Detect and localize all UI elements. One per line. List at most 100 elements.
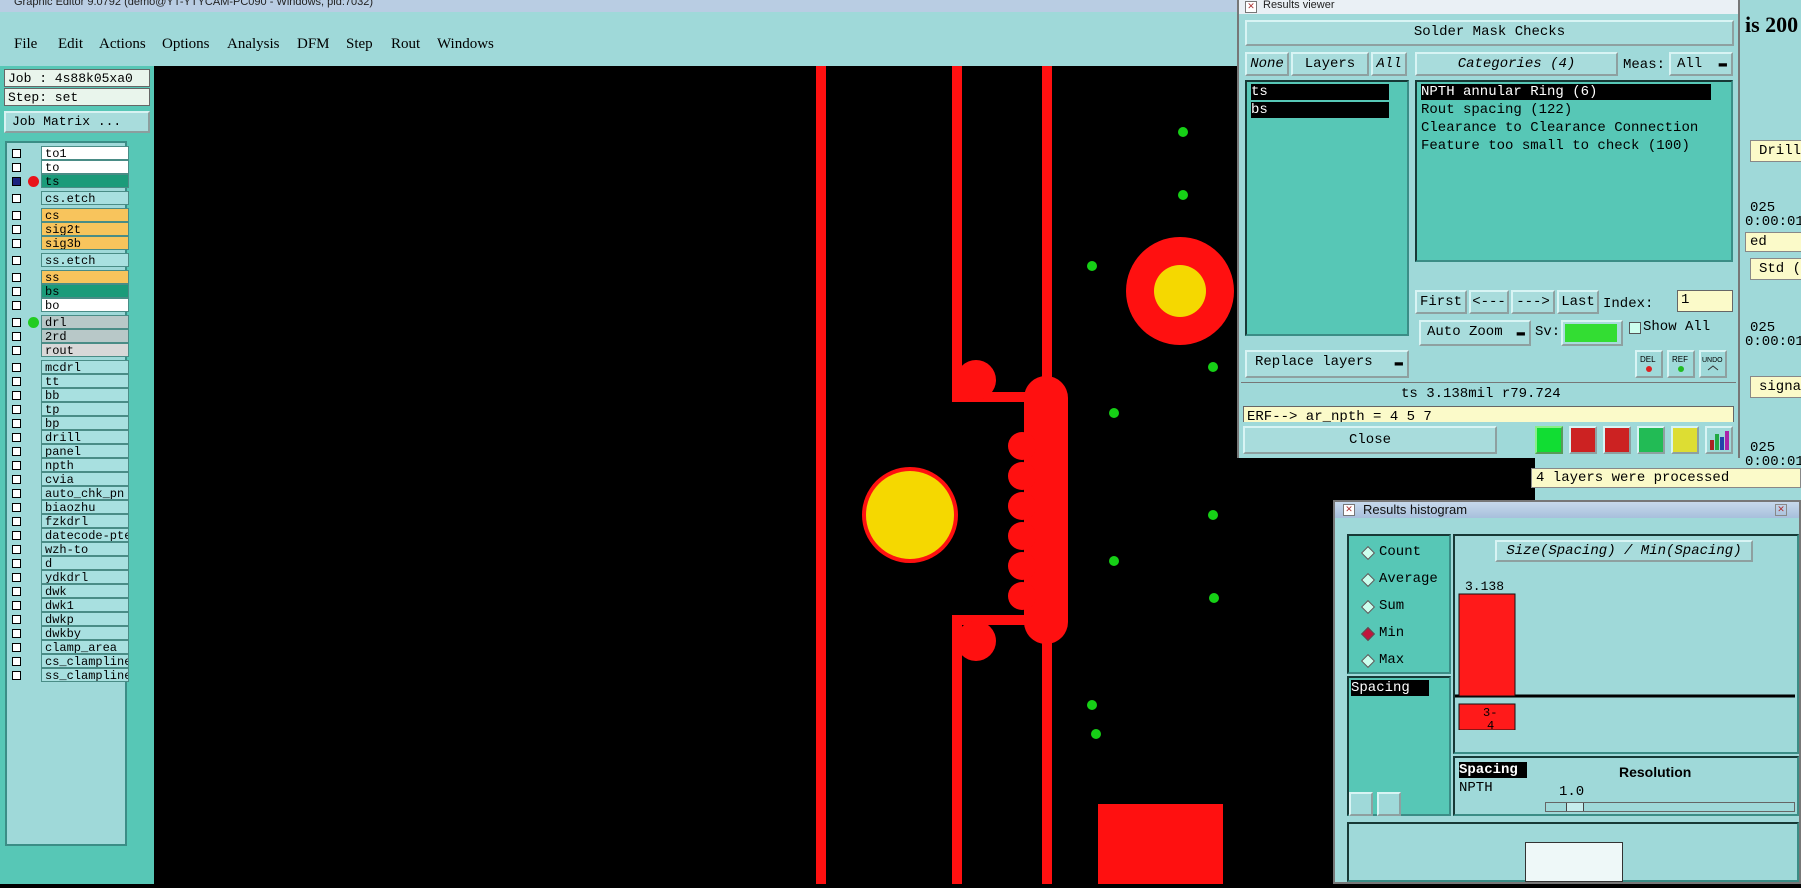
layer-checkbox[interactable] — [12, 601, 21, 610]
layer-row-auto_chk_pn[interactable]: auto_chk_pn — [7, 486, 129, 501]
layer-name[interactable]: rout — [41, 343, 129, 357]
layer-checkbox[interactable] — [12, 405, 21, 414]
resolution-slider[interactable] — [1545, 802, 1795, 812]
layer-checkbox[interactable] — [12, 225, 21, 234]
auto-zoom-dropdown[interactable]: Auto Zoom ▬ — [1419, 320, 1531, 346]
prev-button[interactable]: <--- — [1469, 290, 1509, 314]
layer-checkbox[interactable] — [12, 177, 21, 186]
layer-row-wzh-to[interactable]: wzh-to — [7, 542, 129, 557]
sv-color-dropdown[interactable] — [1561, 320, 1623, 346]
layer-checkbox[interactable] — [12, 163, 21, 172]
notes-icon[interactable] — [1671, 426, 1699, 454]
layer-checkbox[interactable] — [12, 475, 21, 484]
layer-checkbox[interactable] — [12, 559, 21, 568]
layer-row-ss[interactable]: ss — [7, 270, 129, 285]
clear-icon[interactable] — [1603, 426, 1631, 454]
layer-checkbox[interactable] — [12, 391, 21, 400]
last-button[interactable]: Last — [1557, 290, 1599, 314]
layer-checkbox[interactable] — [12, 256, 21, 265]
layer-row-sig3b[interactable]: sig3b — [7, 236, 129, 251]
layer-name[interactable]: cs.etch — [41, 191, 129, 205]
layer-row-panel[interactable]: panel — [7, 444, 129, 459]
layer-checkbox[interactable] — [12, 615, 21, 624]
layer-row-cvia[interactable]: cvia — [7, 472, 129, 487]
window-menu-icon[interactable]: ✕ — [1343, 504, 1355, 516]
menu-file[interactable]: File — [14, 36, 37, 53]
layer-name[interactable]: dwk — [41, 584, 129, 598]
histogram-icon[interactable] — [1705, 426, 1733, 454]
layer-name[interactable]: cs_clampline — [41, 654, 129, 668]
ref-icon[interactable] — [1377, 792, 1401, 816]
category-item[interactable]: Rout spacing (122) — [1421, 102, 1572, 118]
layer-checkbox[interactable] — [12, 363, 21, 372]
window-menu-icon[interactable]: ✕ — [1245, 1, 1257, 13]
layer-checkbox[interactable] — [12, 149, 21, 158]
measure-item-spacing[interactable]: Spacing — [1351, 680, 1429, 696]
first-button[interactable]: First — [1415, 290, 1467, 314]
layer-name[interactable]: ts — [41, 174, 129, 188]
layer-row-ydkdrl[interactable]: ydkdrl — [7, 570, 129, 585]
meas-dropdown[interactable]: All ▬ — [1669, 52, 1733, 76]
layer-name[interactable]: bo — [41, 298, 129, 312]
layer-name[interactable]: ss — [41, 270, 129, 284]
layer-row-to1[interactable]: to1 — [7, 146, 129, 161]
layer-row-d[interactable]: d — [7, 556, 129, 571]
layer-row-drill[interactable]: drill — [7, 430, 129, 445]
layer-name[interactable]: mcdrl — [41, 360, 129, 374]
layer-checkbox[interactable] — [12, 531, 21, 540]
layer-name[interactable]: panel — [41, 444, 129, 458]
del-icon[interactable] — [1349, 792, 1373, 816]
menu-step[interactable]: Step — [346, 36, 373, 53]
layer-checkbox[interactable] — [12, 287, 21, 296]
layer-name[interactable]: dwkby — [41, 626, 129, 640]
layer-name[interactable]: wzh-to — [41, 542, 129, 556]
layer-name[interactable]: biaozhu — [41, 500, 129, 514]
layer-row-bb[interactable]: bb — [7, 388, 129, 403]
layer-checkbox[interactable] — [12, 433, 21, 442]
layer-name[interactable]: tp — [41, 402, 129, 416]
layer-row-fzkdrl[interactable]: fzkdrl — [7, 514, 129, 529]
layer-name[interactable]: ss.etch — [41, 253, 129, 267]
layer-name[interactable]: 2rd — [41, 329, 129, 343]
menu-actions[interactable]: Actions — [99, 36, 146, 53]
job-matrix-button[interactable]: Job Matrix ... — [4, 111, 150, 133]
layer-checkbox[interactable] — [12, 419, 21, 428]
menu-rout[interactable]: Rout — [391, 36, 420, 53]
layer-name[interactable]: clamp_area — [41, 640, 129, 654]
layer-checkbox[interactable] — [12, 587, 21, 596]
layer-name[interactable]: drill — [41, 430, 129, 444]
replace-layers-dropdown[interactable]: Replace layers ▬ — [1245, 350, 1409, 378]
layer-name[interactable]: npth — [41, 458, 129, 472]
close-icon[interactable]: ✕ — [1775, 504, 1787, 516]
category-item[interactable]: Feature too small to check (100) — [1421, 138, 1690, 154]
layer-row-cs.etch[interactable]: cs.etch — [7, 191, 129, 206]
layer-checkbox[interactable] — [12, 461, 21, 470]
layer-row-cs[interactable]: cs — [7, 208, 129, 223]
layer-name[interactable]: datecode-pte — [41, 528, 129, 542]
layer-row-ss.etch[interactable]: ss.etch — [7, 253, 129, 268]
layer-row-dwkby[interactable]: dwkby — [7, 626, 129, 641]
layer-checkbox[interactable] — [12, 194, 21, 203]
layer-checkbox[interactable] — [12, 273, 21, 282]
layer-row-tp[interactable]: tp — [7, 402, 129, 417]
layer-checkbox[interactable] — [12, 545, 21, 554]
error-icon[interactable] — [1569, 426, 1597, 454]
layer-row-ss_clampline[interactable]: ss_clampline — [7, 668, 129, 683]
all-button[interactable]: All — [1371, 52, 1407, 76]
layer-row-bp[interactable]: bp — [7, 416, 129, 431]
result-layer-ts[interactable]: ts — [1251, 84, 1389, 100]
layer-name[interactable]: dwk1 — [41, 598, 129, 612]
menu-windows[interactable]: Windows — [437, 36, 494, 53]
menu-edit[interactable]: Edit — [58, 36, 83, 53]
layer-name[interactable]: fzkdrl — [41, 514, 129, 528]
del-icon[interactable]: DEL — [1635, 350, 1663, 378]
layer-results-list[interactable]: ts bs — [1245, 80, 1409, 336]
layer-checkbox[interactable] — [12, 573, 21, 582]
slider-handle[interactable] — [1566, 803, 1584, 811]
layer-checkbox[interactable] — [12, 503, 21, 512]
layer-name[interactable]: d — [41, 556, 129, 570]
layer-name[interactable]: to1 — [41, 146, 129, 160]
layer-checkbox[interactable] — [12, 301, 21, 310]
none-button[interactable]: None — [1245, 52, 1289, 76]
layer-name[interactable]: bs — [41, 284, 129, 298]
